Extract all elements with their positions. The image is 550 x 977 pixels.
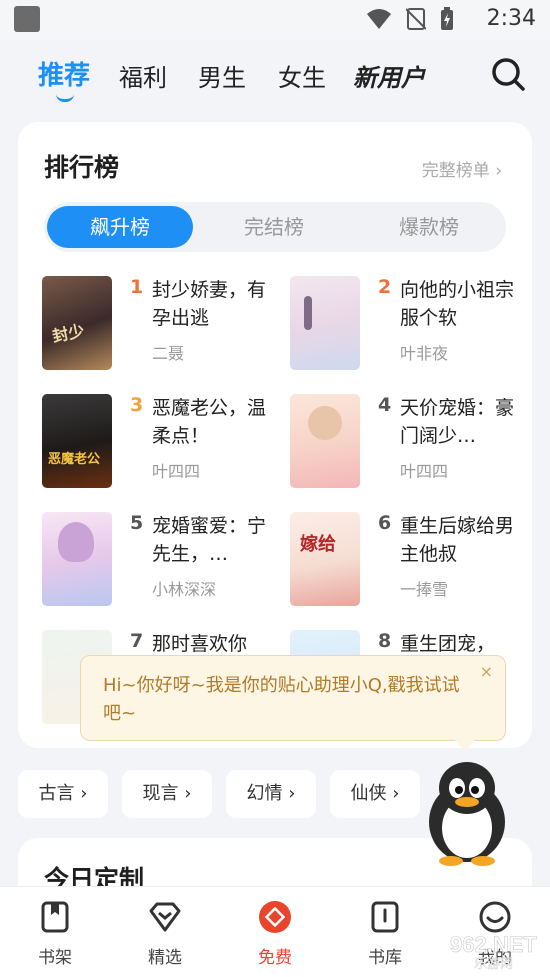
book-cover	[42, 512, 112, 606]
book-author: 叶四四	[400, 462, 449, 481]
battery-icon	[441, 7, 453, 30]
book-title: 那时喜欢你	[152, 633, 248, 655]
rank-number: 2	[378, 276, 392, 298]
rank-number: 7	[130, 630, 144, 652]
active-tab-indicator	[56, 94, 74, 102]
category-chip-xianxia[interactable]: 仙侠 ›	[330, 770, 420, 818]
book-title: 天价宠婚：豪门阔少…	[400, 397, 515, 447]
category-chip-ancient[interactable]: 古言 ›	[18, 770, 108, 818]
cover-art	[58, 522, 94, 562]
book-author: 一捧雪	[400, 580, 449, 599]
cover-art	[304, 296, 312, 330]
status-icons	[366, 7, 454, 31]
book-title: 向他的小祖宗服个软	[400, 279, 515, 329]
book-title: 宠婚蜜爱：宁先生，…	[152, 515, 267, 565]
cover-art: 封少	[50, 320, 86, 347]
nav-label: 精选	[148, 948, 182, 968]
watermark-subtext: 乐游网	[474, 957, 513, 972]
rank-number: 4	[378, 394, 392, 416]
category-chip-fantasy[interactable]: 幻情 ›	[226, 770, 316, 818]
ranking-segment-control: 飙升榜 完结榜 爆款榜	[44, 202, 506, 252]
book-author: 叶非夜	[400, 344, 449, 363]
book-cover: 恶魔老公	[42, 394, 112, 488]
book-cover: 嫁给	[290, 512, 360, 606]
segment-rising[interactable]: 飙升榜	[47, 206, 193, 248]
full-ranking-link[interactable]: 完整榜单 ›	[422, 156, 502, 181]
nav-featured[interactable]: 精选	[125, 899, 205, 968]
rank-number: 8	[378, 630, 392, 652]
notification-icon	[14, 6, 40, 32]
bookshelf-icon	[41, 901, 69, 933]
tooltip-text: Hi~你好呀~我是你的贴心助理小Q,戳我试试吧~	[103, 675, 460, 724]
book-cover	[290, 394, 360, 488]
tab-welfare[interactable]: 福利	[119, 58, 167, 93]
book-author: 叶四四	[152, 462, 201, 481]
tooltip-tail	[455, 740, 475, 752]
library-icon	[371, 901, 399, 933]
category-chip-modern[interactable]: 现言 ›	[122, 770, 212, 818]
tab-female[interactable]: 女生	[278, 58, 326, 93]
book-title: 封少娇妻，有孕出逃	[152, 279, 267, 329]
book-item[interactable]: 2 向他的小祖宗服个软 叶非夜	[290, 276, 520, 372]
book-item[interactable]: 5 宠婚蜜爱：宁先生，… 小林深深	[42, 512, 272, 608]
diamond-icon	[149, 902, 181, 932]
segment-hot[interactable]: 爆款榜	[354, 202, 504, 252]
rank-number: 1	[130, 276, 144, 298]
book-item[interactable]: 封少 1 封少娇妻，有孕出逃 二聂	[42, 276, 272, 372]
tab-new-user[interactable]: 新用户	[353, 58, 425, 93]
tab-recommend[interactable]: 推荐	[38, 55, 90, 92]
top-tabs: 推荐 福利 男生 女生 新用户	[0, 44, 550, 110]
nav-bookshelf[interactable]: 书架	[15, 899, 95, 968]
book-author: 小林深深	[152, 580, 217, 599]
assistant-tooltip[interactable]: Hi~你好呀~我是你的贴心助理小Q,戳我试试吧~ ×	[80, 655, 506, 752]
coin-icon	[259, 901, 291, 933]
rank-number: 3	[130, 394, 144, 416]
tab-male[interactable]: 男生	[198, 58, 246, 93]
rank-number: 6	[378, 512, 392, 534]
penguin-mascot-icon[interactable]	[415, 758, 519, 866]
cover-art: 恶魔老公	[48, 452, 101, 467]
ranking-title: 排行榜	[44, 153, 120, 182]
book-cover: 封少	[42, 276, 112, 370]
book-author: 二聂	[152, 344, 185, 363]
no-sim-icon	[406, 8, 426, 30]
status-time: 2:34	[486, 6, 536, 31]
book-title: 恶魔老公，温柔点！	[152, 397, 267, 447]
cover-art	[308, 406, 342, 440]
book-item[interactable]: 4 天价宠婚：豪门阔少… 叶四四	[290, 394, 520, 490]
book-item[interactable]: 恶魔老公 3 恶魔老公，温柔点！ 叶四四	[42, 394, 272, 490]
segment-completed[interactable]: 完结榜	[199, 202, 349, 252]
cover-art: 嫁给	[300, 534, 336, 555]
book-title: 重生团宠，	[400, 633, 496, 655]
nav-label: 免费	[258, 948, 292, 968]
book-item[interactable]: 嫁给 6 重生后嫁给男主他叔 一捧雪	[290, 512, 520, 608]
status-bar: 2:34	[0, 0, 550, 40]
rank-number: 5	[130, 512, 144, 534]
watermark-text: 962.NET	[450, 932, 537, 957]
site-watermark-logo: 962.NET 乐游网	[412, 930, 538, 972]
wifi-icon	[367, 9, 391, 29]
book-title: 重生后嫁给男主他叔	[400, 515, 515, 565]
book-cover	[290, 276, 360, 370]
close-icon[interactable]: ×	[480, 662, 493, 681]
nav-label: 书架	[38, 948, 72, 968]
nav-free[interactable]: 免费	[235, 899, 315, 968]
search-icon[interactable]	[490, 56, 526, 92]
